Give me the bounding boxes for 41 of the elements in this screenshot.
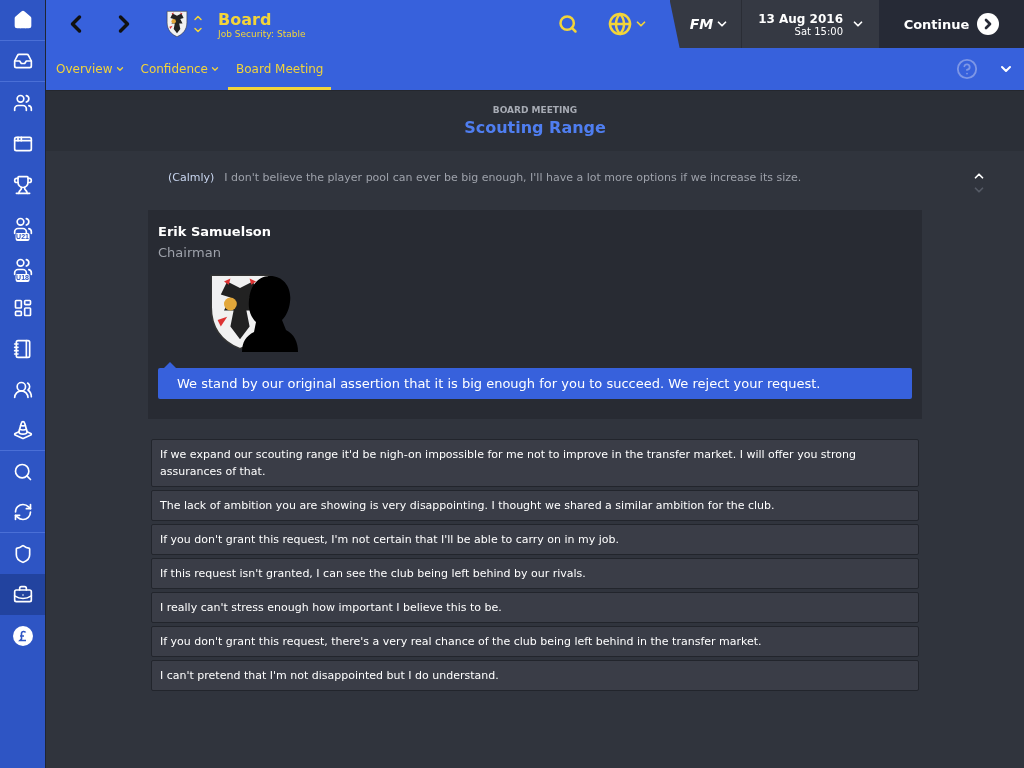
job-security-text: Job Security: Stable	[218, 28, 306, 39]
club-crest-icon	[166, 10, 188, 38]
briefcase-icon	[12, 584, 33, 605]
refresh-icon	[12, 502, 33, 522]
reply-option[interactable]: If you don't grant this request, there's a very real chance of the club being left behind in the transfer market.	[151, 626, 919, 657]
meeting-title: Scouting Range	[464, 118, 606, 137]
tone-label: (Calmly)	[168, 171, 215, 184]
chairman-reply: We stand by our original assertion that it is big enough for you to succeed. We reject your request.	[158, 368, 912, 399]
notebook-icon	[12, 338, 33, 359]
reply-option[interactable]: I really can't stress enough how important I believe this to be.	[151, 592, 919, 623]
tab[interactable]: Confidence	[132, 48, 228, 90]
reply-option[interactable]: If you don't grant this request, I'm not certain that I'll be able to carry on in my job.	[151, 524, 919, 555]
cone-icon	[12, 420, 33, 440]
caret-icon	[210, 64, 220, 74]
pound-coin-icon	[12, 625, 33, 646]
request-text: I don't believe the player pool can ever be big enough, I'll have a lot more options if we increase its size.	[224, 171, 803, 184]
people-icon	[12, 379, 33, 400]
tab[interactable]: Overview	[48, 48, 133, 90]
globe-icon	[607, 12, 632, 36]
reply-option[interactable]: If we expand our scouting range it'd be nigh-on impossible for me not to improve in the transfer market. I will offer you strong assurances of that.	[151, 439, 919, 487]
reply-option[interactable]: The lack of ambition you are showing is very disappointing. I thought we shared a similar ambition for the club.	[151, 490, 919, 521]
search-icon	[557, 14, 578, 34]
page-title: Board	[218, 9, 273, 29]
caret-icon	[114, 64, 125, 74]
section-label: BOARD MEETING	[492, 105, 578, 115]
reply-option[interactable]: I can't pretend that I'm not disappointed but I do understand.	[151, 660, 919, 691]
chairman-name: Erik Samuelson	[158, 224, 273, 239]
inbox-icon	[12, 51, 33, 71]
continue-button[interactable]: Continue	[879, 0, 1024, 48]
trophy-icon	[12, 174, 33, 195]
people-icon	[12, 92, 33, 113]
sidebar-button[interactable]	[0, 574, 45, 615]
tactics-board-icon	[12, 297, 33, 318]
reply-option[interactable]: If this request isn't granted, I can see the club being left behind by our rivals.	[151, 558, 919, 589]
people-icon	[12, 256, 33, 277]
chairman-role: Chairman	[158, 245, 222, 260]
arrow-circle-icon	[977, 13, 1000, 35]
people-icon	[12, 215, 33, 236]
date-button[interactable]: 13 Aug 2016 Sat 15:00	[742, 0, 879, 48]
search-icon	[12, 461, 33, 482]
home-icon	[12, 10, 33, 30]
